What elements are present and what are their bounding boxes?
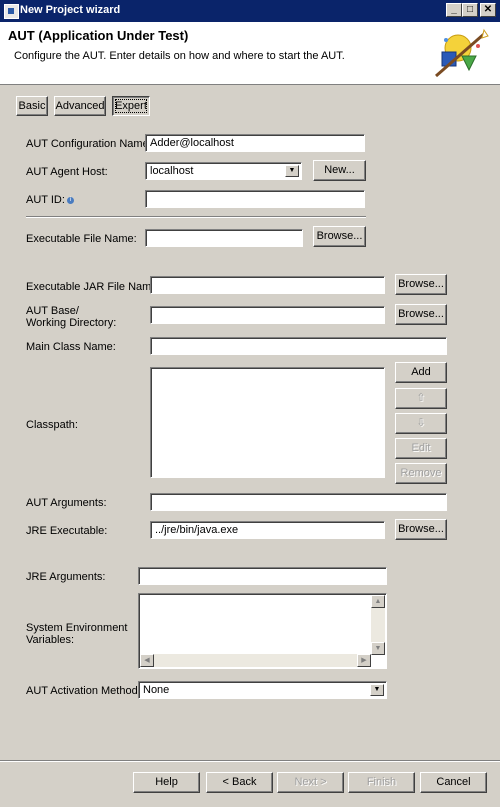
- aut-args-input[interactable]: [150, 493, 447, 511]
- cancel-button[interactable]: Cancel: [420, 772, 487, 793]
- jre-args-label: JRE Arguments:: [26, 571, 106, 583]
- base-dir-input[interactable]: [150, 306, 385, 324]
- classpath-add-button[interactable]: Add: [395, 362, 447, 383]
- base-dir-browse-button[interactable]: Browse...: [395, 304, 447, 325]
- info-icon: i: [66, 196, 74, 204]
- jar-browse-button[interactable]: Browse...: [395, 274, 447, 295]
- help-button[interactable]: Help: [133, 772, 200, 793]
- aut-id-input[interactable]: [145, 190, 365, 208]
- exe-browse-button[interactable]: Browse...: [313, 226, 366, 247]
- expert-mode-button[interactable]: Expert: [112, 96, 150, 116]
- new-agent-button[interactable]: New...: [313, 160, 366, 181]
- classpath-remove-button[interactable]: Remove: [395, 463, 447, 484]
- activation-method-select[interactable]: None ▼: [138, 681, 387, 699]
- page-title: AUT (Application Under Test): [8, 28, 189, 43]
- jar-file-input[interactable]: [150, 276, 385, 294]
- chevron-down-icon[interactable]: ▼: [285, 165, 299, 177]
- app-icon: [4, 4, 19, 19]
- advanced-mode-button[interactable]: Advanced: [54, 96, 106, 116]
- chevron-down-icon[interactable]: ▼: [370, 684, 384, 696]
- env-vars-label-line1: System Environment: [26, 622, 128, 634]
- horizontal-scrollbar[interactable]: ◀ ▶: [140, 654, 371, 667]
- activation-method-value: None: [143, 684, 170, 696]
- base-dir-label-line1: AUT Base/: [26, 305, 79, 317]
- agent-host-value: localhost: [150, 165, 194, 177]
- main-class-input[interactable]: [150, 337, 447, 355]
- exe-file-input[interactable]: [145, 229, 303, 247]
- jre-exe-label: JRE Executable:: [26, 525, 108, 537]
- basic-mode-button[interactable]: Basic: [16, 96, 48, 116]
- classpath-list[interactable]: [150, 367, 385, 478]
- config-name-input[interactable]: Adder@localhost: [145, 134, 365, 152]
- config-name-label: AUT Configuration Name:: [26, 138, 152, 150]
- env-vars-label-line2: Variables:: [26, 634, 75, 646]
- scroll-up-icon[interactable]: ▲: [371, 595, 385, 608]
- finish-button[interactable]: Finish: [348, 772, 415, 793]
- maximize-button[interactable]: □: [462, 3, 478, 17]
- jre-args-input[interactable]: [138, 567, 387, 585]
- title-bar: New Project wizard _ □ ✕: [0, 0, 500, 22]
- next-button[interactable]: Next >: [277, 772, 344, 793]
- activation-method-label: AUT Activation Method:: [26, 685, 141, 697]
- aut-id-label-text: AUT ID:: [26, 194, 65, 206]
- scroll-right-icon[interactable]: ▶: [357, 654, 371, 667]
- classpath-edit-button[interactable]: Edit: [395, 438, 447, 459]
- separator: [26, 216, 366, 218]
- page-description: Configure the AUT. Enter details on how …: [14, 50, 345, 62]
- agent-host-select[interactable]: localhost ▼: [145, 162, 302, 180]
- exe-file-label: Executable File Name:: [26, 233, 137, 245]
- env-vars-textarea[interactable]: ▲ ▼ ◀ ▶: [138, 593, 387, 669]
- jar-file-label: Executable JAR File Name:: [26, 281, 161, 293]
- scroll-left-icon[interactable]: ◀: [140, 654, 154, 667]
- main-class-label: Main Class Name:: [26, 341, 116, 353]
- wizard-banner-icon: [435, 28, 489, 78]
- scroll-down-icon[interactable]: ▼: [371, 642, 385, 655]
- window-title: New Project wizard: [20, 4, 121, 16]
- jre-exe-input[interactable]: ../jre/bin/java.exe: [150, 521, 385, 539]
- classpath-up-button[interactable]: ⇧: [395, 388, 447, 409]
- vertical-scrollbar[interactable]: ▲ ▼: [371, 595, 385, 655]
- back-button[interactable]: < Back: [206, 772, 273, 793]
- base-dir-label-line2: Working Directory:: [26, 317, 117, 329]
- wizard-header: AUT (Application Under Test) Configure t…: [0, 22, 500, 85]
- classpath-label: Classpath:: [26, 419, 78, 431]
- classpath-down-button[interactable]: ⇩: [395, 413, 447, 434]
- aut-args-label: AUT Arguments:: [26, 497, 107, 509]
- footer-separator: [0, 760, 500, 762]
- close-button[interactable]: ✕: [480, 3, 496, 17]
- jre-browse-button[interactable]: Browse...: [395, 519, 447, 540]
- minimize-button[interactable]: _: [446, 3, 462, 17]
- aut-id-label: AUT ID: i: [26, 194, 74, 206]
- agent-host-label: AUT Agent Host:: [26, 166, 108, 178]
